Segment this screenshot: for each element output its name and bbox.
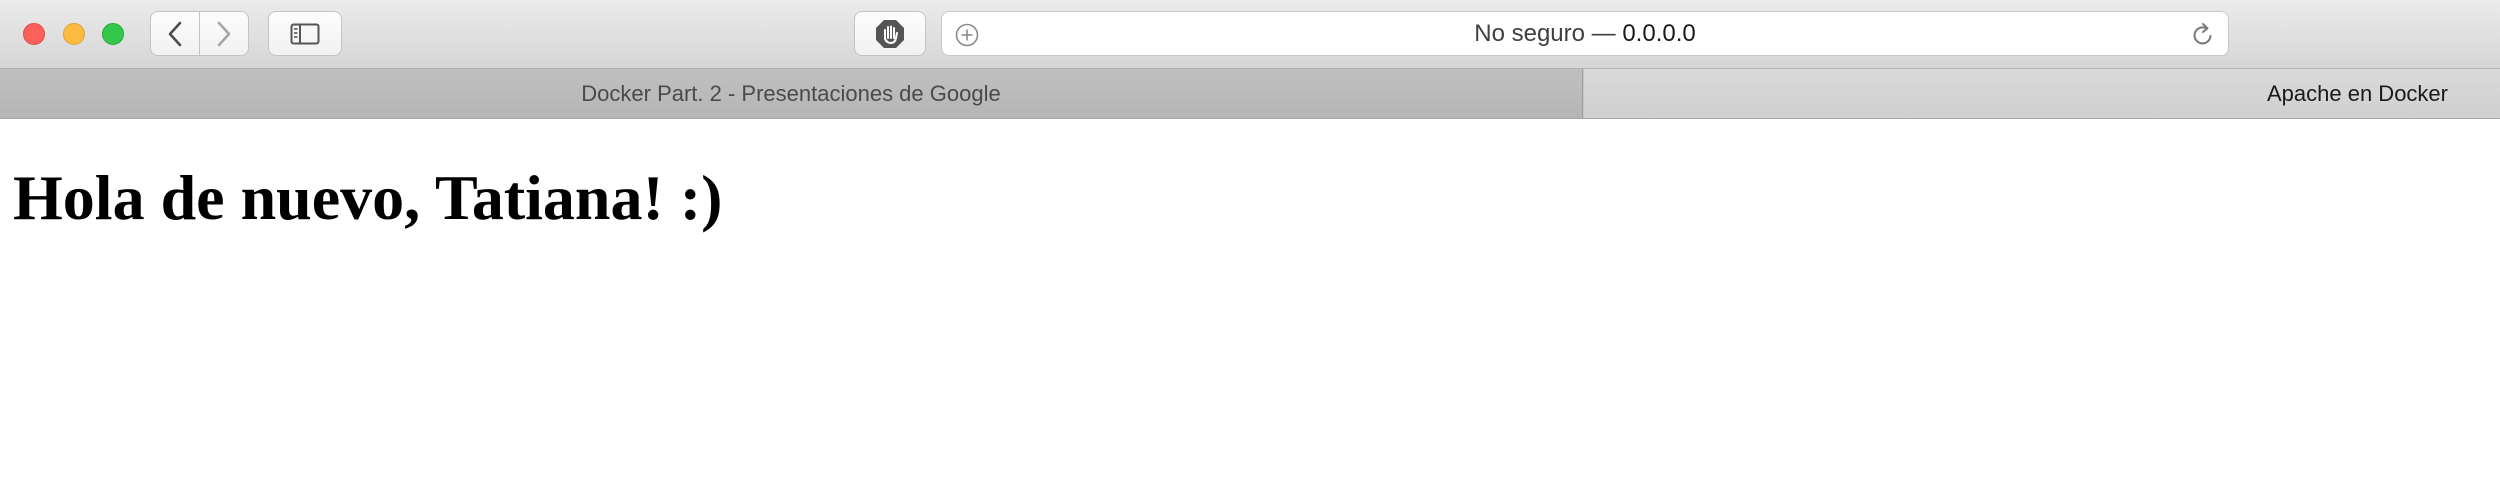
chevron-right-icon <box>217 21 231 46</box>
address-bar[interactable]: No seguro — 0.0.0.0 <box>941 11 2229 56</box>
tab-bar: Docker Part. 2 - Presentaciones de Googl… <box>0 69 2500 119</box>
page-content: Hola de nuevo, Tatiana! :) <box>0 120 2500 491</box>
page-heading: Hola de nuevo, Tatiana! :) <box>13 162 723 233</box>
address-host: 0.0.0.0 <box>1622 20 1696 47</box>
reload-icon[interactable] <box>2191 22 2215 48</box>
address-security-label: No seguro — <box>1474 20 1623 47</box>
hand-stop-icon <box>876 19 904 48</box>
back-button[interactable] <box>150 11 200 56</box>
maximize-window-button[interactable] <box>102 23 124 45</box>
sidebar-icon <box>290 23 320 44</box>
close-window-button[interactable] <box>23 23 45 45</box>
content-blocker-button[interactable] <box>854 11 926 56</box>
tab-docker-presentation[interactable]: Docker Part. 2 - Presentaciones de Googl… <box>0 69 1583 118</box>
address-text: No seguro — 0.0.0.0 <box>942 12 2228 55</box>
forward-button[interactable] <box>199 11 249 56</box>
chevron-left-icon <box>168 21 182 46</box>
sidebar-button[interactable] <box>268 11 342 56</box>
browser-toolbar: No seguro — 0.0.0.0 <box>0 0 2500 69</box>
minimize-window-button[interactable] <box>63 23 85 45</box>
tab-apache-en-docker[interactable]: Apache en Docker <box>1584 69 2500 118</box>
